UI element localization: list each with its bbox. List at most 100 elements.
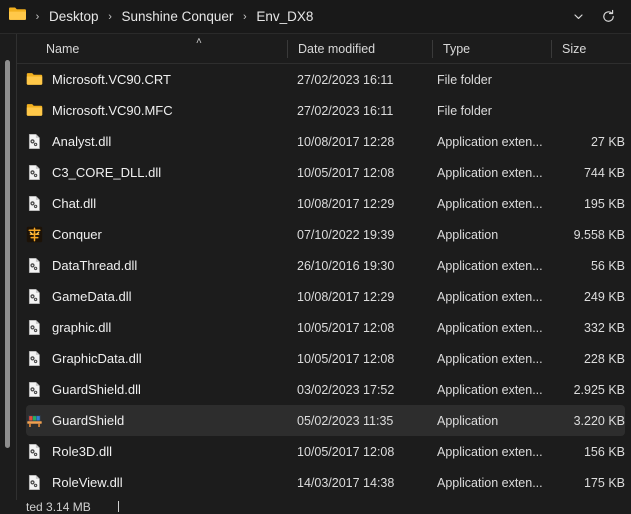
table-row[interactable]: Analyst.dll 10/08/2017 12:28 Application e… [26,126,625,157]
file-date-cell: 05/02/2023 11:35 [297,413,394,428]
file-type-cell: Application exten... [437,289,543,304]
vertical-scrollbar[interactable] [0,34,16,514]
file-name-cell: C3_CORE_DLL.dll [26,157,287,188]
file-name-label: Microsoft.VC90.CRT [52,72,171,87]
table-row[interactable]: GuardShield 05/02/2023 11:35 Application 3.… [26,405,625,436]
file-type-cell: Application exten... [437,320,543,335]
file-explorer-window: › Desktop › Sunshine Conquer › Env_DX8 N… [0,0,631,514]
dll-icon [28,381,40,398]
file-name-cell: GameData.dll [26,281,287,312]
file-name-cell: graphic.dll [26,312,287,343]
dll-icon [28,133,40,150]
file-date-cell: 10/08/2017 12:29 [297,289,395,304]
file-name-label: GameData.dll [52,289,132,304]
file-date-cell: 10/05/2017 12:08 [297,165,395,180]
file-type-cell: Application exten... [437,196,543,211]
sort-ascending-icon: ˄ [196,36,202,47]
file-date-cell: 26/10/2016 19:30 [297,258,395,273]
file-size-cell: 27 KB [590,134,625,149]
file-type-cell: Application exten... [437,351,543,366]
file-name-label: Analyst.dll [52,134,112,149]
file-name-label: DataThread.dll [52,258,138,273]
file-name-label: Chat.dll [52,196,97,211]
table-row[interactable]: RoleView.dll 14/03/2017 14:38 Application … [26,467,625,498]
dll-icon [28,443,40,460]
table-row[interactable]: graphic.dll 10/05/2017 12:08 Application e… [26,312,625,343]
status-bar-text: ted 3.14 MB [26,500,91,514]
file-name-label: graphic.dll [52,320,112,335]
breadcrumb-item-env-dx8[interactable]: Env_DX8 [251,6,318,27]
file-date-cell: 27/02/2023 16:11 [297,103,394,118]
column-header-date-modified[interactable]: Date modified [288,34,432,64]
file-size-cell: 2.925 KB [573,382,625,397]
folder-icon [8,6,27,27]
dll-icon [28,195,40,212]
file-date-cell: 10/05/2017 12:08 [297,351,395,366]
breadcrumb-separator-0: › [35,10,40,23]
file-type-cell: Application exten... [437,134,543,149]
file-type-cell: Application exten... [437,382,543,397]
file-name-cell: GraphicData.dll [26,343,287,374]
file-type-cell: Application exten... [437,258,543,273]
file-name-label: RoleView.dll [52,475,123,490]
file-size-cell: 195 KB [583,196,625,211]
table-row[interactable]: GuardShield.dll 03/02/2023 17:52 Applicati… [26,374,625,405]
file-name-cell: Analyst.dll [26,126,287,157]
dll-icon [28,288,40,305]
file-name-label: Microsoft.VC90.MFC [52,103,173,118]
file-type-cell: File folder [437,72,492,87]
file-name-label: Role3D.dll [52,444,112,459]
file-size-cell: 228 KB [583,351,625,366]
table-row[interactable]: Conquer 07/10/2022 19:39 Application 9.558 … [26,219,625,250]
table-row[interactable]: DataThread.dll 26/10/2016 19:30 Applicatio… [26,250,625,281]
column-header-row: Name ˄ Date modified Type Size [0,34,631,64]
dll-icon [28,257,40,274]
file-name-cell: GuardShield [26,405,287,436]
file-name-cell: Microsoft.VC90.CRT [26,64,287,95]
file-size-cell: 744 KB [583,165,625,180]
column-header-size[interactable]: Size [552,34,631,64]
guardshield-app-icon [27,415,42,427]
breadcrumb-item-sunshine-conquer[interactable]: Sunshine Conquer [117,6,239,27]
column-header-name[interactable]: Name ˄ [36,34,287,64]
file-date-cell: 14/03/2017 14:38 [297,475,395,490]
table-row[interactable]: Chat.dll 10/08/2017 12:29 Application exte… [26,188,625,219]
file-name-cell: Role3D.dll [26,436,287,467]
file-name-cell: RoleView.dll [26,467,287,498]
refresh-icon[interactable] [593,2,623,32]
file-name-label: GuardShield [52,413,125,428]
file-date-cell: 03/02/2023 17:52 [297,382,395,397]
file-size-cell: 249 KB [583,289,625,304]
file-name-cell: Chat.dll [26,188,287,219]
file-list[interactable]: Microsoft.VC90.CRT 27/02/2023 16:11 File f… [0,64,631,500]
breadcrumb: › Desktop › Sunshine Conquer › Env_DX8 [31,6,563,27]
file-date-cell: 10/05/2017 12:08 [297,444,395,459]
folder-icon [26,104,43,116]
pane-divider [16,34,17,514]
file-size-cell: 9.558 KB [573,227,625,242]
dll-icon [28,350,40,367]
file-type-cell: Application exten... [437,165,543,180]
chevron-down-icon[interactable] [563,2,593,32]
table-row[interactable]: C3_CORE_DLL.dll 10/05/2017 12:08 Applicati… [26,157,625,188]
file-size-cell [552,95,625,126]
table-row[interactable]: GraphicData.dll 10/05/2017 12:08 Applicati… [26,343,625,374]
file-name-cell: Microsoft.VC90.MFC [26,95,287,126]
column-header-type[interactable]: Type [433,34,551,64]
table-row[interactable]: Role3D.dll 10/05/2017 12:08 Application ex… [26,436,625,467]
file-type-cell: Application exten... [437,444,543,459]
file-date-cell: 27/02/2023 16:11 [297,72,394,87]
dll-icon [28,319,40,336]
table-row[interactable]: GameData.dll 10/08/2017 12:29 Application … [26,281,625,312]
breadcrumb-item-desktop[interactable]: Desktop [44,6,104,27]
file-type-cell: File folder [437,103,492,118]
address-bar: › Desktop › Sunshine Conquer › Env_DX8 [0,0,631,34]
table-row[interactable]: Microsoft.VC90.MFC 27/02/2023 16:11 File f… [26,95,625,126]
conquer-app-icon [26,226,43,243]
table-row[interactable]: Microsoft.VC90.CRT 27/02/2023 16:11 File f… [26,64,625,95]
status-bar: ted 3.14 MB [0,500,631,514]
file-size-cell: 175 KB [583,475,625,490]
file-type-cell: Application exten... [437,475,543,490]
scrollbar-thumb[interactable] [5,60,10,448]
file-size-cell: 3.220 KB [573,413,625,428]
